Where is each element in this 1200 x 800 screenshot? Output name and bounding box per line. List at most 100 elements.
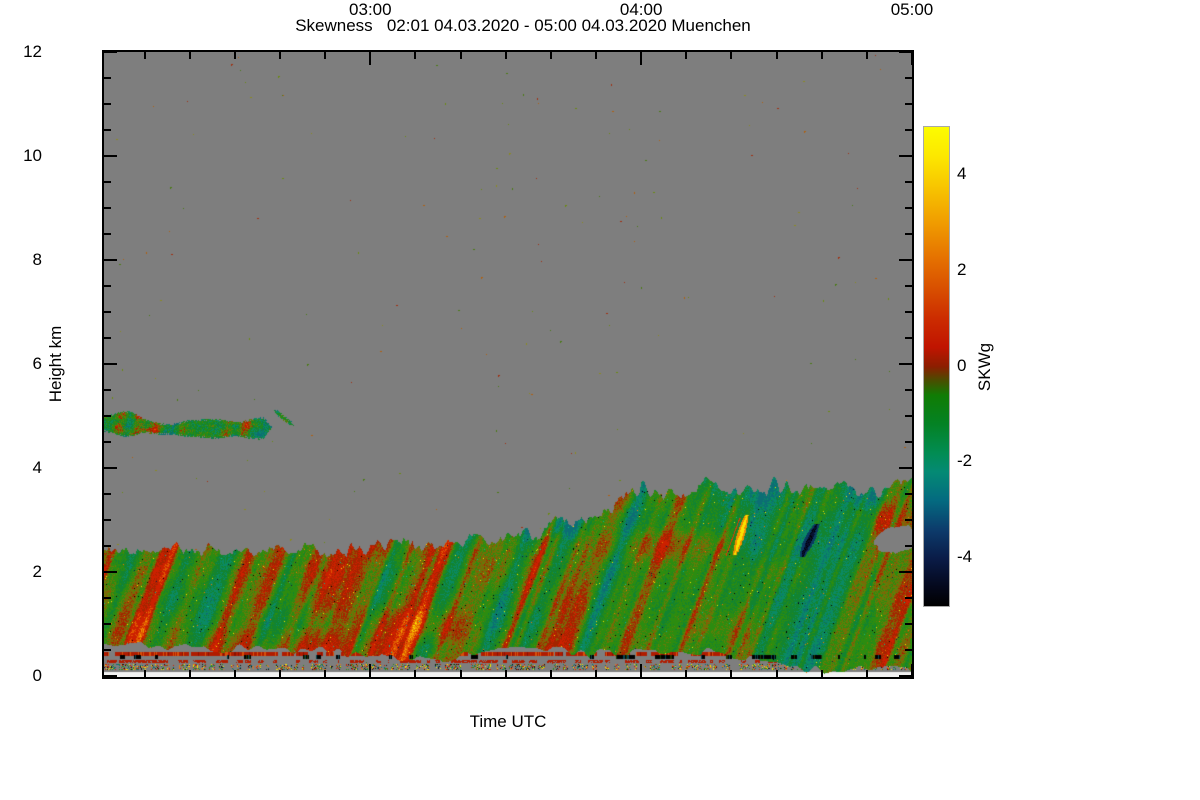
- tick: [775, 52, 778, 59]
- colorbar: [923, 126, 950, 607]
- tick: [549, 52, 552, 59]
- colorbar-tick-label: -2: [957, 451, 973, 471]
- tick: [369, 664, 372, 677]
- tick: [905, 545, 912, 547]
- tick: [233, 670, 236, 677]
- tick: [865, 670, 868, 677]
- tick: [104, 675, 117, 677]
- heatmap-canvas: [104, 52, 912, 677]
- tick: [104, 545, 111, 547]
- tick: [104, 259, 117, 261]
- tick: [143, 670, 146, 677]
- colorbar-tick-label: 2: [957, 259, 967, 279]
- tick: [104, 129, 111, 131]
- colorbar-title: SKWg: [975, 342, 994, 392]
- y-tick-label: 10: [23, 146, 42, 165]
- tick: [899, 675, 912, 677]
- tick: [595, 52, 598, 59]
- tick: [905, 519, 912, 521]
- tick: [865, 52, 868, 59]
- tick: [899, 467, 912, 469]
- x-tick-label: 03:00: [349, 0, 392, 19]
- tick: [911, 52, 913, 65]
- tick: [104, 77, 111, 79]
- tick: [905, 337, 912, 339]
- colorbar-tick-label: -4: [957, 547, 973, 567]
- colorbar-gradient: [924, 127, 949, 606]
- tick: [104, 441, 111, 443]
- y-tick-label: 4: [32, 458, 42, 477]
- tick: [905, 623, 912, 625]
- tick: [104, 155, 117, 157]
- tick: [104, 181, 111, 183]
- tick: [104, 467, 117, 469]
- tick: [905, 311, 912, 313]
- tick: [414, 52, 417, 59]
- x-tick-label: 04:00: [619, 0, 663, 19]
- tick: [104, 311, 111, 313]
- tick: [820, 670, 823, 677]
- tick: [905, 181, 912, 183]
- y-tick-label: 2: [32, 562, 42, 581]
- tick: [905, 441, 912, 443]
- tick: [504, 52, 507, 59]
- tick: [324, 670, 327, 677]
- tick: [905, 129, 912, 131]
- tick: [820, 52, 823, 59]
- tick: [459, 52, 462, 59]
- tick: [104, 597, 111, 599]
- tick: [104, 285, 111, 287]
- tick: [459, 670, 462, 677]
- tick: [640, 664, 643, 677]
- tick: [905, 77, 912, 79]
- tick: [905, 493, 912, 495]
- tick: [143, 52, 146, 59]
- tick: [905, 415, 912, 417]
- tick: [775, 670, 778, 677]
- tick: [188, 52, 191, 59]
- tick: [685, 670, 688, 677]
- tick: [899, 51, 912, 53]
- tick: [899, 155, 912, 157]
- tick: [685, 52, 688, 59]
- colorbar-tick-label: 4: [957, 163, 967, 183]
- tick: [905, 389, 912, 391]
- tick: [104, 493, 111, 495]
- tick: [905, 233, 912, 235]
- tick: [188, 670, 191, 677]
- tick: [104, 623, 111, 625]
- tick: [104, 337, 111, 339]
- x-axis-title: Time UTC: [469, 712, 547, 731]
- tick: [504, 670, 507, 677]
- tick: [104, 571, 117, 573]
- tick: [104, 363, 117, 365]
- chart-title: Skewness 02:01 04.03.2020 - 05:00 04.03.…: [295, 16, 751, 35]
- tick: [104, 519, 111, 521]
- tick: [905, 103, 912, 105]
- tick: [369, 52, 372, 65]
- tick: [899, 363, 912, 365]
- tick: [104, 649, 111, 651]
- tick: [730, 670, 733, 677]
- y-axis-title: Height km: [46, 325, 65, 403]
- tick: [279, 670, 282, 677]
- tick: [233, 52, 236, 59]
- y-tick-label: 12: [23, 42, 42, 61]
- tick: [905, 649, 912, 651]
- skewness-plot-window: Skewness 02:01 04.03.2020 - 05:00 04.03.…: [0, 0, 1200, 800]
- tick: [899, 259, 912, 261]
- y-tick-label: 8: [32, 250, 42, 269]
- y-tick-label: 6: [32, 354, 42, 373]
- tick: [104, 389, 111, 391]
- tick: [899, 571, 912, 573]
- tick: [104, 51, 117, 53]
- x-tick-label: 05:00: [890, 0, 934, 19]
- y-tick-label: 0: [32, 666, 42, 685]
- tick: [279, 52, 282, 59]
- tick: [905, 597, 912, 599]
- tick: [905, 285, 912, 287]
- tick: [104, 103, 111, 105]
- tick: [730, 52, 733, 59]
- tick: [640, 52, 643, 65]
- tick: [595, 670, 598, 677]
